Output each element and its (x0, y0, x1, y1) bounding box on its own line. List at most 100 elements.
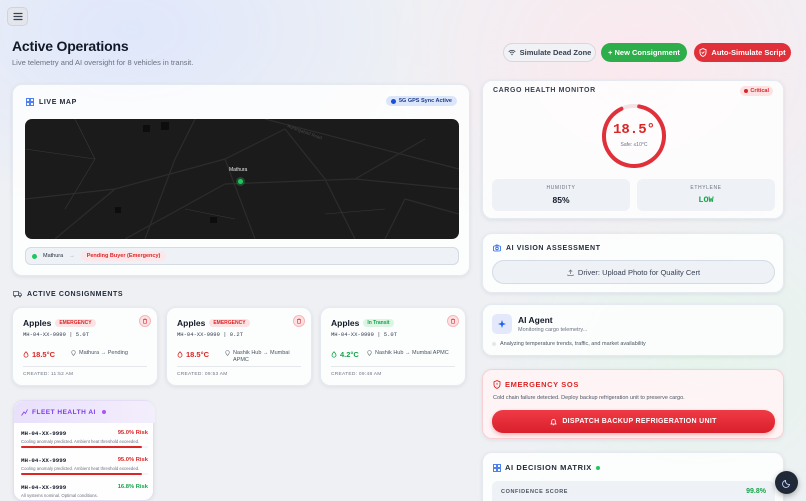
gps-sync-label: 5G GPS Sync Active (399, 98, 452, 104)
delete-button[interactable] (293, 315, 305, 327)
route-text: Nashik Hub → Mumbai APMC (233, 350, 290, 363)
live-map-label: LIVE MAP (39, 98, 77, 106)
fleet-health-heading: FLEET HEALTH AI (14, 401, 155, 423)
alert-dot-icon (744, 89, 749, 93)
grid-icon (26, 98, 34, 106)
truck-icon (13, 291, 22, 298)
emergency-sos-card: EMERGENCY SOS Cold chain failure detecte… (482, 369, 784, 439)
risk-bar-fill (21, 473, 142, 475)
delete-button[interactable] (447, 315, 459, 327)
consignment-temp: 18.5°C (177, 350, 209, 359)
consignment-title: Apples In Transit (331, 318, 394, 328)
pin-icon (367, 350, 372, 356)
active-consignments-heading: ACTIVE CONSIGNMENTS (13, 290, 123, 298)
route-origin: Mathura (43, 253, 64, 259)
trash-icon (143, 318, 147, 324)
ai-agent-status: Analyzing temperature trends, traffic, a… (492, 341, 646, 347)
bell-icon (550, 418, 558, 425)
decision-matrix-card: AI DECISION MATRIX CONFIDENCE SCORE 99.8… (482, 452, 784, 501)
page-subtitle: Live telemetry and AI oversight for 8 ve… (12, 58, 194, 67)
created-time: CREATED: 11:52 AM (23, 372, 74, 377)
temperature-value: 4.2°C (340, 350, 359, 359)
consignment-route: Nashik Hub → Mumbai APMC (367, 350, 449, 357)
consignment-name: Apples (331, 318, 360, 328)
route-text: Nashik Hub → Mumbai APMC (375, 350, 449, 356)
divider (177, 366, 301, 367)
consignment-card[interactable]: Apples In Transit MH-04-XX-9999 | 5.0T 4… (320, 307, 466, 386)
ai-agent-title: AI Agent (518, 315, 553, 325)
thermometer-icon (177, 351, 183, 358)
consignment-temp: 4.2°C (331, 350, 359, 359)
delete-button[interactable] (139, 315, 151, 327)
ethylene-value: LOW (698, 195, 714, 205)
vision-heading: AI VISION ASSESSMENT (493, 244, 601, 252)
risk-bar (21, 473, 148, 475)
gps-sync-badge: 5G GPS Sync Active (386, 96, 457, 106)
created-time: CREATED: 09:53 AM (177, 372, 228, 377)
map-canvas[interactable]: Aurangabad Road Mathura (25, 119, 459, 239)
active-consignments-label: ACTIVE CONSIGNMENTS (27, 290, 124, 298)
wifi-icon (508, 49, 516, 56)
consignment-meta: MH-04-XX-9999 | 5.0T (331, 331, 398, 338)
live-map-heading: LIVE MAP (26, 98, 77, 106)
fleet-row[interactable]: MH-04-XX-9999 16.8% Risk All systems nom… (21, 484, 148, 501)
consignment-title: Apples EMERGENCY (177, 318, 250, 328)
vehicle-id: MH-04-XX-9999 (21, 430, 67, 437)
vision-card: AI VISION ASSESSMENT Driver: Upload Phot… (482, 233, 784, 293)
upload-photo-button[interactable]: Driver: Upload Photo for Quality Cert (492, 260, 775, 284)
live-dot-icon (101, 410, 106, 414)
route-bar: Mathura → Pending Buyer (Emergency) (25, 247, 459, 265)
consignment-card[interactable]: Apples EMERGENCY MH-04-XX-9999 | 5.0T 18… (12, 307, 158, 386)
decision-matrix-label: AI DECISION MATRIX (505, 463, 592, 472)
consignment-meta: MH-04-XX-9999 | 5.0T (23, 331, 90, 338)
risk-bar (21, 446, 148, 448)
divider (331, 366, 455, 367)
fleet-row[interactable]: MH-04-XX-9999 95.0% Risk Cooling anomaly… (21, 430, 148, 455)
auto-simulate-button[interactable]: Auto-Simulate Script (694, 43, 791, 62)
fleet-health-card: FLEET HEALTH AI MH-04-XX-9999 95.0% Risk… (13, 400, 155, 501)
consignment-temp: 18.5°C (23, 350, 55, 359)
temperature-value: 18.5°C (32, 350, 56, 359)
arrow-right-icon: → (69, 253, 75, 259)
temperature-gauge: 18.5° Safe: ≤10°C (600, 102, 668, 170)
status-badge: In Transit (363, 319, 394, 327)
vision-label: AI VISION ASSESSMENT (506, 244, 601, 252)
vehicle-id: MH-04-XX-9999 (21, 484, 67, 491)
status-badge: Critical (740, 86, 773, 96)
consignment-route: Mathura → Pending (71, 350, 159, 357)
sync-dot-icon (391, 98, 396, 104)
thermometer-icon (23, 351, 29, 358)
vehicle-marker-icon[interactable] (238, 179, 243, 184)
humidity-label: HUMIDITY (546, 185, 576, 191)
camera-icon (493, 244, 501, 252)
sos-message: Cold chain failure detected. Deploy back… (493, 395, 685, 401)
consignment-meta: MH-04-XX-9999 | 0.2T (177, 331, 244, 338)
menu-button[interactable] (7, 7, 28, 26)
risk-message: Cooling anomaly predicted. Ambient heat … (21, 439, 140, 444)
live-map-card: LIVE MAP 5G GPS Sync Active Aurangabad R… (12, 84, 470, 276)
status-badge-label: Critical (750, 88, 769, 94)
origin-dot-icon (32, 253, 37, 259)
consignment-card[interactable]: Apples EMERGENCY MH-04-XX-9999 | 0.2T 18… (166, 307, 312, 386)
confidence-value: 99.8% (746, 488, 766, 495)
divider (23, 366, 147, 367)
consignment-route: Nashik Hub → Mumbai APMC (225, 350, 303, 364)
fleet-row[interactable]: MH-04-XX-9999 95.0% Risk Cooling anomaly… (21, 457, 148, 482)
dispatch-backup-button[interactable]: DISPATCH BACKUP REFRIGERATION UNIT (492, 410, 775, 433)
auto-simulate-label: Auto-Simulate Script (711, 48, 786, 57)
new-consignment-button[interactable]: + New Consignment (601, 43, 687, 62)
decision-matrix-heading: AI DECISION MATRIX (493, 463, 600, 472)
safe-range: Safe: ≤10°C (620, 142, 648, 148)
thermometer-icon (331, 351, 337, 358)
dispatch-backup-label: DISPATCH BACKUP REFRIGERATION UNIT (562, 418, 717, 425)
sos-heading: EMERGENCY SOS (493, 380, 579, 389)
moon-icon (781, 479, 790, 488)
theme-toggle-button[interactable] (775, 471, 798, 494)
sparkle-icon (492, 314, 512, 334)
simulate-dead-zone-button[interactable]: Simulate Dead Zone (503, 43, 596, 62)
humidity-value: 85% (552, 195, 570, 205)
page-title: Active Operations (12, 38, 129, 54)
humidity-metric: HUMIDITY 85% (492, 179, 630, 211)
status-badge: EMERGENCY (209, 319, 250, 327)
confidence-score: CONFIDENCE SCORE 99.8% (492, 481, 775, 501)
